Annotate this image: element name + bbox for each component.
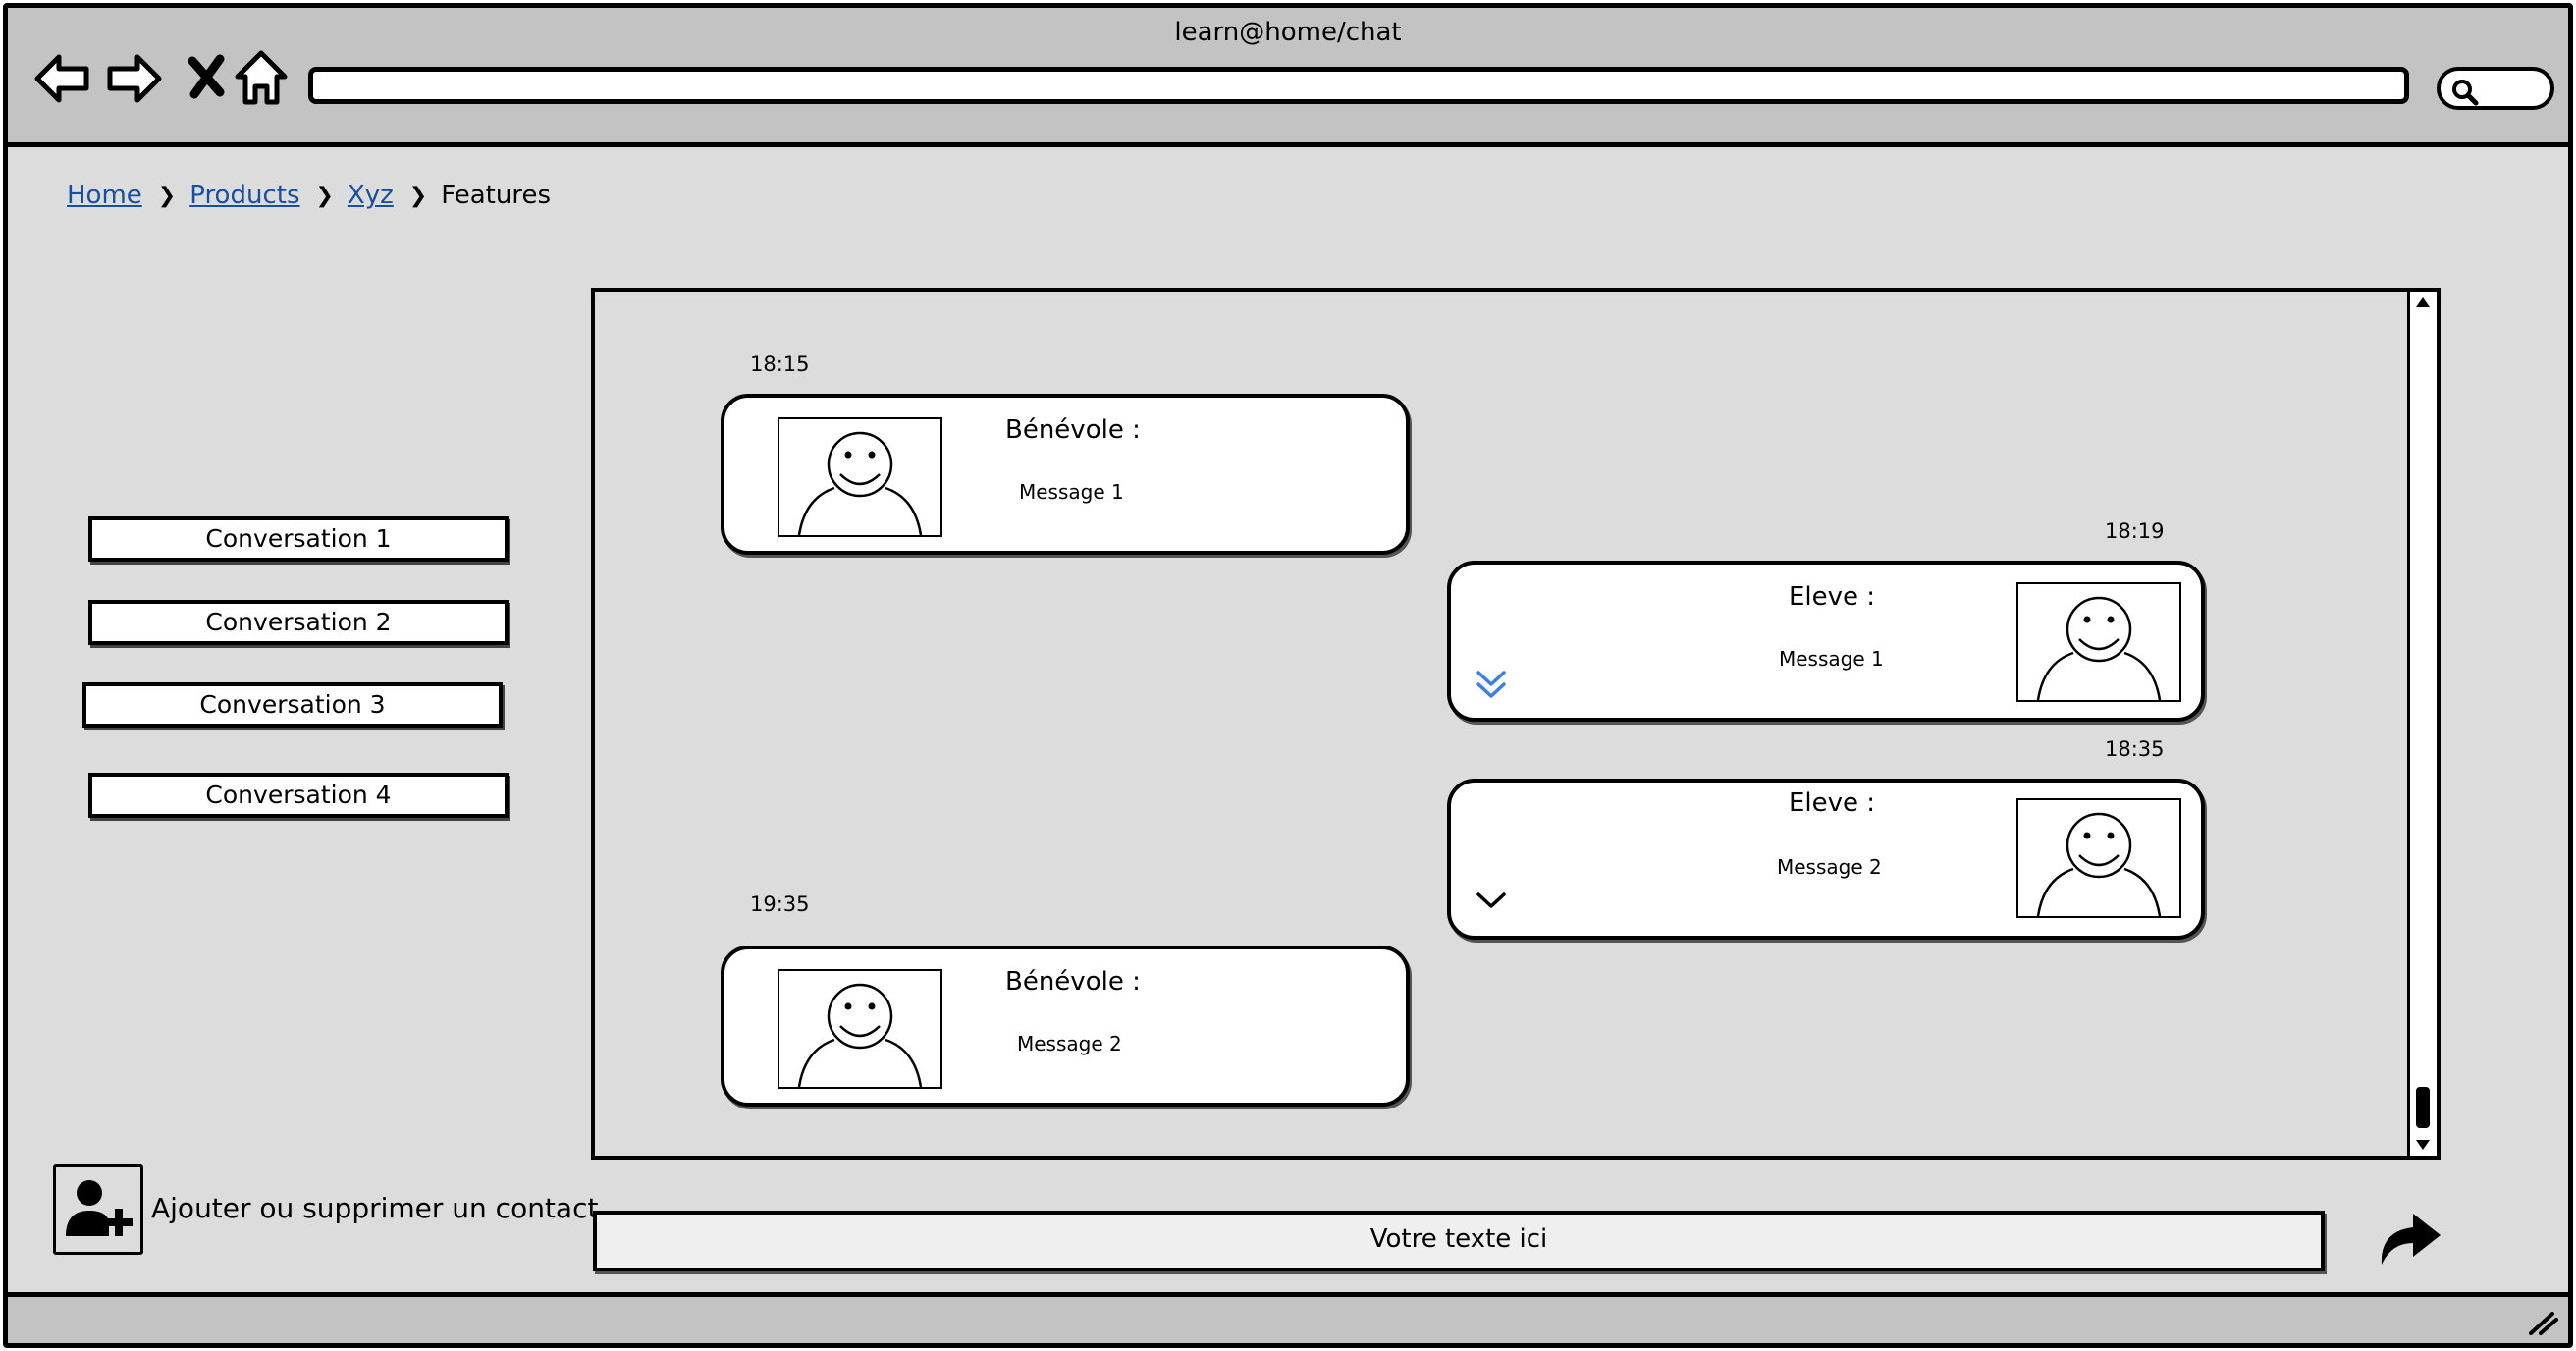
address-bar[interactable] [308,67,2409,104]
smiley-face-icon [797,431,923,535]
home-icon[interactable] [232,49,291,108]
avatar [2016,582,2181,702]
conversation-3-button[interactable]: Conversation 3 [82,682,503,728]
scroll-up-arrow-icon[interactable] [2414,296,2432,309]
close-icon[interactable] [181,49,240,108]
resize-grip-icon[interactable] [2527,1308,2560,1337]
window-title: learn@home/chat [1174,18,1402,47]
smiley-face-icon [2036,812,2162,916]
send-icon[interactable] [2374,1206,2446,1270]
avatar [778,969,942,1089]
sender-name: Eleve : [1789,788,1876,818]
breadcrumb-home[interactable]: Home [67,181,142,210]
scroll-down-arrow-icon[interactable] [2414,1138,2432,1152]
message-bubble-eleve-2: Eleve : Message 2 [1447,779,2205,940]
sender-name: Bénévole : [1005,415,1141,445]
conversation-2-button[interactable]: Conversation 2 [88,600,509,645]
breadcrumb-xyz[interactable]: Xyz [348,181,394,210]
message-bubble-benevole-1: Bénévole : Message 1 [721,394,1410,555]
user-plus-icon [66,1180,133,1236]
chat-panel[interactable]: 18:15 Bénévole : Message 1 18:19 Eleve :… [591,288,2441,1160]
message-text: Message 1 [1019,480,1124,504]
arrow-right-icon[interactable] [104,49,163,108]
sender-name: Bénévole : [1005,967,1141,997]
message-time: 19:35 [750,892,810,916]
smiley-face-icon [2036,596,2162,700]
search-box[interactable] [2437,67,2554,110]
chevron-right-icon: ❯ [157,183,177,208]
chevron-right-icon: ❯ [408,183,428,208]
search-icon [2452,80,2479,106]
browser-window: learn@home/chat Home ❯ Products ❯ Xyz ❯ … [3,3,2573,1348]
double-chevron-down-icon[interactable] [1475,669,1508,702]
add-contact-label[interactable]: Ajouter ou supprimer un contact [151,1192,598,1224]
breadcrumb-features: Features [441,181,552,210]
avatar [778,417,942,537]
breadcrumb: Home ❯ Products ❯ Xyz ❯ Features [67,181,551,210]
chevron-down-icon[interactable] [1475,889,1508,912]
message-bubble-benevole-2: Bénévole : Message 2 [721,946,1410,1107]
message-text: Message 2 [1017,1032,1122,1055]
chat-scrollbar[interactable] [2407,292,2437,1156]
sender-name: Eleve : [1789,582,1876,612]
conversation-4-button[interactable]: Conversation 4 [88,773,509,818]
browser-toolbar: learn@home/chat [8,8,2568,147]
message-text: Message 1 [1779,647,1884,671]
breadcrumb-products[interactable]: Products [189,181,299,210]
conversation-1-button[interactable]: Conversation 1 [88,516,509,562]
message-input[interactable]: Votre texte ici [593,1211,2325,1271]
chevron-right-icon: ❯ [315,183,334,208]
message-bubble-eleve-1: Eleve : Message 1 [1447,561,2205,722]
smiley-face-icon [797,983,923,1087]
message-time: 18:35 [2105,737,2165,761]
scroll-thumb[interactable] [2416,1087,2430,1128]
status-bar [8,1292,2568,1343]
message-text: Message 2 [1777,855,1882,879]
message-time: 18:19 [2105,519,2165,543]
message-time: 18:15 [750,352,810,376]
arrow-left-icon[interactable] [33,49,92,108]
add-contact-button[interactable] [53,1164,143,1255]
avatar [2016,798,2181,918]
